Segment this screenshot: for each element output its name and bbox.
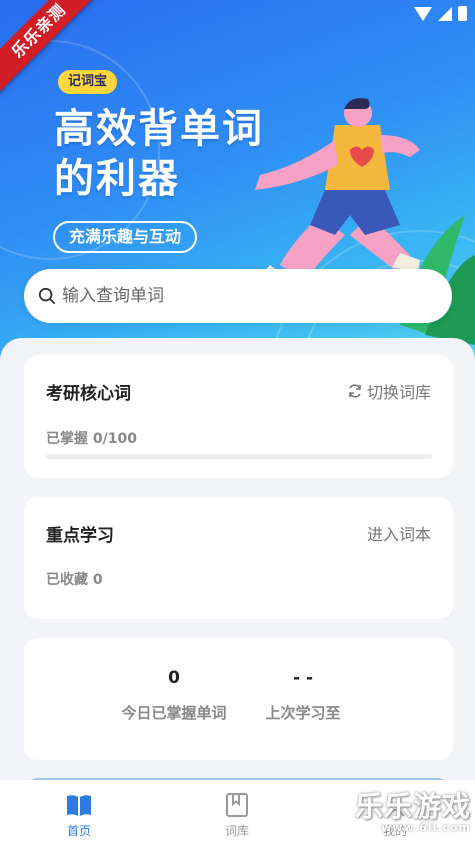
search-icon xyxy=(38,287,56,305)
nav-home-label: 首页 xyxy=(66,824,91,838)
focus-title: 重点学习 xyxy=(46,526,114,546)
watermark-main: 乐乐游戏 xyxy=(354,790,471,823)
nav-library-label: 词库 xyxy=(224,824,249,838)
wifi-icon xyxy=(414,6,432,21)
book-open-icon xyxy=(67,795,91,816)
nav-home[interactable]: 首页 xyxy=(0,780,158,846)
search-input[interactable] xyxy=(62,286,422,306)
hero-slogan: 充满乐趣与互动 xyxy=(53,221,198,253)
mastered-count: 已掌握 0/100 xyxy=(46,431,137,447)
watermark-url: www.6ll.com xyxy=(381,821,471,834)
today-label: 今日已掌握单词 xyxy=(121,704,227,722)
hero-headline: 高效背单词 的利器 xyxy=(54,104,264,204)
vocab-title: 考研核心词 xyxy=(46,384,131,404)
app-tag: 记词宝 xyxy=(58,70,118,94)
switch-vocab-button[interactable]: 切换词库 xyxy=(347,379,431,403)
focus-card: 重点学习 进入词本 已收藏 0 xyxy=(24,497,453,619)
search-bar[interactable] xyxy=(24,269,452,323)
stat-last: - - 上次学习至 xyxy=(258,668,348,723)
headline-line2: 的利器 xyxy=(54,156,180,202)
last-value: - - xyxy=(292,668,314,688)
battery-icon xyxy=(458,6,467,21)
bookmark-book-icon xyxy=(226,793,248,817)
nav-library[interactable]: 词库 xyxy=(158,780,316,846)
status-bar xyxy=(414,6,467,21)
open-wordbook-button[interactable]: 进入词本 xyxy=(367,521,431,545)
vocab-card: 考研核心词 切换词库 已掌握 0/100 xyxy=(24,355,453,478)
stat-today: 0 今日已掌握单词 xyxy=(116,668,232,723)
mastery-progress xyxy=(46,454,432,459)
site-watermark: 乐乐游戏 www.6ll.com xyxy=(355,792,471,834)
favorites-count: 已收藏 0 xyxy=(46,572,103,588)
stats-card: 0 今日已掌握单词 - - 上次学习至 xyxy=(24,638,453,760)
last-label: 上次学习至 xyxy=(265,704,341,722)
signal-icon xyxy=(438,6,452,21)
today-value: 0 xyxy=(168,668,180,688)
headline-line1: 高效背单词 xyxy=(54,106,264,152)
switch-vocab-label: 切换词库 xyxy=(366,383,431,402)
refresh-icon xyxy=(349,384,361,398)
